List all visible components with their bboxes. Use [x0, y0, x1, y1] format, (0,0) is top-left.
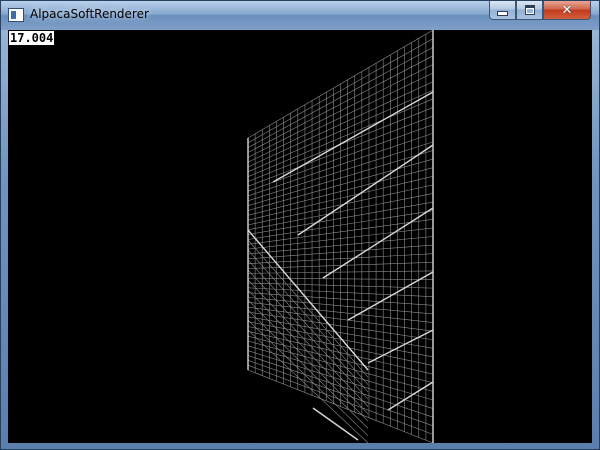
wireframe-scene — [247, 30, 434, 443]
app-window: AlpacaSoftRenderer ✕ 17.004 — [0, 0, 600, 450]
fps-counter: 17.004 — [9, 31, 55, 45]
grid-line — [247, 249, 369, 385]
grid-line — [247, 319, 369, 436]
close-icon: ✕ — [561, 2, 573, 18]
app-icon[interactable] — [8, 8, 24, 22]
title-bar[interactable]: AlpacaSoftRenderer ✕ — [1, 1, 599, 30]
grid-line — [247, 269, 369, 400]
render-viewport[interactable]: 17.004 — [8, 30, 592, 443]
wireframe-grid — [247, 30, 434, 443]
caption-buttons: ✕ — [489, 1, 591, 20]
close-button[interactable]: ✕ — [543, 1, 591, 20]
grid-line — [247, 309, 369, 429]
grid-line — [247, 329, 369, 443]
minimize-button[interactable] — [489, 1, 516, 20]
edge-line — [387, 381, 434, 411]
maximize-button[interactable] — [516, 1, 543, 20]
window-title: AlpacaSoftRenderer — [30, 7, 149, 21]
maximize-icon — [524, 5, 535, 15]
edge-line — [272, 91, 434, 183]
minimize-icon — [497, 10, 508, 16]
